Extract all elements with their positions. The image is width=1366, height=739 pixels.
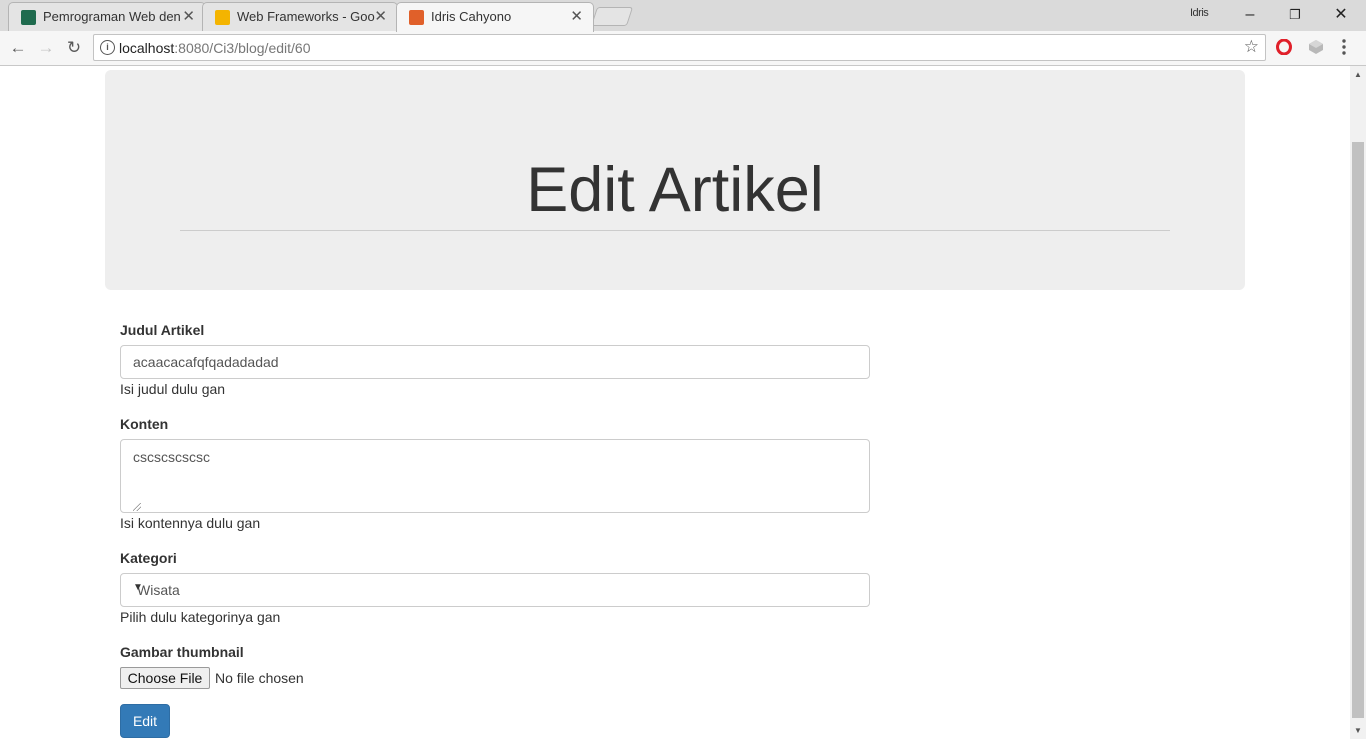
vertical-scrollbar[interactable]: ▲ ▼ xyxy=(1350,66,1366,739)
close-tab-icon[interactable]: ✕ xyxy=(182,7,195,25)
tab-title: Idris Cahyono xyxy=(431,9,512,24)
close-tab-icon[interactable]: ✕ xyxy=(374,7,387,25)
browser-toolbar: ← → ↻ i localhost:8080/Ci3/blog/edit/60 … xyxy=(0,31,1366,66)
address-bar[interactable]: i localhost:8080/Ci3/blog/edit/60 ☆ xyxy=(93,34,1266,61)
tab-pemrograman-web[interactable]: Pemrograman Web deng ✕ xyxy=(8,2,206,31)
menu-icon[interactable] xyxy=(1341,38,1347,61)
tab-title: Web Frameworks - Goog xyxy=(237,9,375,24)
content-label: Konten xyxy=(120,416,169,432)
tab-strip: Pemrograman Web deng ✕ Web Frameworks - … xyxy=(0,0,1366,32)
chevron-down-icon: ▼ xyxy=(133,582,143,593)
slides-icon xyxy=(215,10,230,25)
scroll-up-icon[interactable]: ▲ xyxy=(1354,70,1362,79)
content-help-text: Isi kontennya dulu gan xyxy=(120,515,261,531)
xampp-icon xyxy=(409,10,424,25)
info-icon[interactable]: i xyxy=(100,40,115,55)
page-title: Edit Artikel xyxy=(526,155,824,225)
title-help-text: Isi judul dulu gan xyxy=(120,381,226,397)
thumbnail-label: Gambar thumbnail xyxy=(120,644,244,660)
close-tab-icon[interactable]: ✕ xyxy=(570,7,583,25)
jumbotron: Edit Artikel xyxy=(105,70,1245,290)
opera-icon[interactable] xyxy=(1276,38,1292,60)
scroll-down-icon[interactable]: ▼ xyxy=(1354,726,1362,735)
new-tab-button[interactable] xyxy=(590,7,634,26)
category-select[interactable]: Wisata ▼ xyxy=(120,573,870,607)
title-input[interactable]: acaacacafqfqadadadad xyxy=(120,345,870,379)
divider xyxy=(180,230,1170,231)
minimize-icon[interactable]: – xyxy=(1230,3,1270,27)
content-textarea[interactable]: cscscscscsc xyxy=(120,439,870,513)
tab-idris-cahyono[interactable]: Idris Cahyono ✕ xyxy=(396,2,594,32)
classroom-icon xyxy=(21,10,36,25)
category-help-text: Pilih dulu kategorinya gan xyxy=(120,609,281,625)
restore-icon[interactable]: ❐ xyxy=(1275,3,1315,27)
profile-name[interactable]: Idris xyxy=(1190,7,1209,19)
file-status: No file chosen xyxy=(215,670,304,686)
url-text[interactable]: localhost:8080/Ci3/blog/edit/60 xyxy=(119,40,310,56)
category-label: Kategori xyxy=(120,550,177,566)
scrollbar-thumb[interactable] xyxy=(1352,142,1364,718)
close-window-icon[interactable]: ✕ xyxy=(1321,3,1361,27)
reload-icon[interactable]: ↻ xyxy=(62,36,86,60)
title-label: Judul Artikel xyxy=(120,322,205,338)
tab-title: Pemrograman Web deng xyxy=(43,9,181,24)
page-viewport: Edit Artikel Judul Artikel acaacacafqfqa… xyxy=(0,66,1350,739)
resize-handle[interactable] xyxy=(133,503,141,511)
tab-web-frameworks[interactable]: Web Frameworks - Goog ✕ xyxy=(202,2,398,31)
forward-icon[interactable]: → xyxy=(34,36,58,60)
bookmark-star-icon[interactable]: ☆ xyxy=(1244,37,1259,57)
edit-submit-button[interactable]: Edit xyxy=(120,704,170,738)
choose-file-button[interactable]: Choose File xyxy=(120,667,210,689)
back-icon[interactable]: ← xyxy=(6,36,30,60)
extension-icon[interactable] xyxy=(1308,39,1324,60)
